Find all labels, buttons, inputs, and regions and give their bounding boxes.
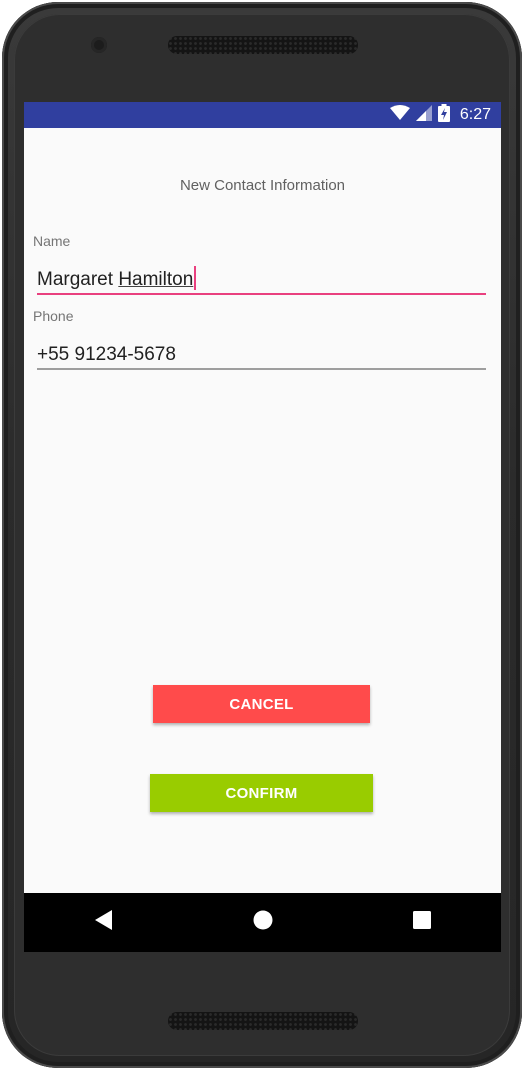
- nav-recents-button[interactable]: [392, 893, 452, 952]
- phone-value: +55 91234-5678: [37, 344, 176, 365]
- name-first: Margaret: [37, 269, 119, 290]
- home-icon: [253, 910, 273, 935]
- name-field[interactable]: Margaret Hamilton: [37, 265, 486, 295]
- confirm-button-label: CONFIRM: [225, 784, 298, 802]
- phone-label: Phone: [33, 308, 74, 324]
- app-screen: 6:27 New Contact Information Name Margar…: [24, 102, 501, 952]
- name-last-underlined: Hamilton: [118, 269, 194, 290]
- phone-field[interactable]: +55 91234-5678: [37, 340, 486, 370]
- nav-back-button[interactable]: [74, 893, 134, 952]
- cancel-button[interactable]: CANCEL: [153, 685, 370, 723]
- page-title: New Contact Information: [179, 177, 346, 194]
- battery-charging-icon: [437, 103, 450, 127]
- nav-home-button[interactable]: [233, 893, 293, 952]
- wifi-icon: [389, 104, 410, 126]
- text-cursor: [194, 266, 197, 290]
- signal-icon: [415, 104, 432, 126]
- bottom-speaker-grille: [168, 1012, 358, 1030]
- navigation-bar: [24, 893, 501, 952]
- status-icons: 6:27: [389, 102, 491, 128]
- status-bar: 6:27: [24, 102, 501, 128]
- top-speaker-grille: [168, 36, 358, 54]
- confirm-button[interactable]: CONFIRM: [150, 774, 373, 812]
- back-icon: [94, 910, 113, 935]
- cancel-button-label: CANCEL: [229, 695, 294, 713]
- recents-icon: [412, 911, 431, 934]
- name-label: Name: [33, 233, 71, 249]
- front-camera: [91, 37, 107, 53]
- status-time: 6:27: [459, 106, 491, 123]
